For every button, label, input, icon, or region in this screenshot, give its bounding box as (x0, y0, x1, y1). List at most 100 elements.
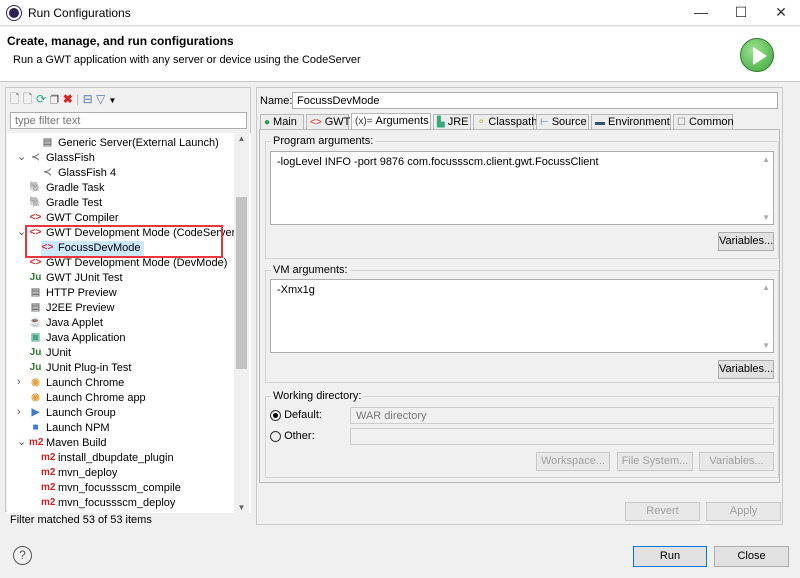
tab-environment[interactable]: ▬ Environment (591, 114, 671, 130)
scrollbar-thumb[interactable] (236, 197, 247, 369)
header-subtitle: Run a GWT application with any server or… (13, 54, 361, 66)
tab-source[interactable]: ⊢ Source (536, 114, 589, 130)
gwt-icon: <> (29, 257, 42, 269)
default-radio[interactable]: Default: (270, 409, 322, 421)
tree-item[interactable]: m2 Maven Build (29, 436, 107, 451)
revert-button[interactable]: Revert (625, 502, 700, 521)
tree-scrollbar[interactable]: ▲ ▼ (234, 133, 249, 513)
tree-item[interactable]: ▶ Launch Group (29, 406, 116, 421)
tree-item[interactable]: Ju JUnit Plug-in Test (29, 361, 132, 376)
tree-item-label: GWT JUnit Test (46, 272, 123, 284)
tree-item[interactable]: m2 mvn_deploy (41, 466, 117, 481)
junit-icon: Ju (29, 347, 42, 359)
tree-item[interactable]: Ju GWT JUnit Test (29, 271, 123, 286)
toolbar: 🗋 🗋 ⟳ ❐ ✖ | ⊟ ▽ ▼ (10, 92, 117, 106)
tab-label: Arguments (375, 115, 429, 127)
chevron-right-icon[interactable]: › (17, 377, 21, 388)
header-title: Create, manage, and run configurations (7, 34, 234, 48)
tab-main[interactable]: ● Main (260, 114, 304, 130)
glassfish-icon: ≺ (43, 167, 52, 179)
tree-item-label: Maven Build (46, 437, 107, 449)
tree-item[interactable]: ▤ HTTP Preview (29, 286, 117, 301)
tree-item[interactable]: m2 install_dbupdate_plugin (41, 451, 174, 466)
maximize-button[interactable]: ☐ (726, 4, 756, 22)
window-title: Run Configurations (28, 6, 131, 20)
gwt-icon: <> (29, 212, 42, 224)
minimize-button[interactable]: — (686, 4, 716, 22)
tree-item[interactable]: ☕ Java Applet (29, 316, 103, 331)
collapse-all-icon[interactable]: ⊟ (83, 92, 93, 106)
tree-item[interactable]: m2 mvn_focussscm_compile (41, 481, 181, 496)
tree-item-label: Gradle Test (46, 197, 103, 209)
tab-label: Classpath (488, 116, 538, 128)
chevron-down-icon[interactable]: ⌄ (17, 437, 26, 448)
tree-item[interactable]: ▤ J2EE Preview (29, 301, 115, 316)
close-button[interactable]: Close (714, 546, 789, 567)
vm-arguments-label: VM arguments: (271, 264, 350, 276)
view-menu-chevron-icon[interactable]: ▼ (109, 96, 117, 105)
run-banner-icon (740, 38, 774, 72)
highlight-box (25, 225, 223, 258)
tree-item[interactable]: ■ Launch NPM (29, 421, 110, 436)
junit-icon: Ju (29, 362, 42, 374)
tree-item[interactable]: <> GWT Compiler (29, 211, 119, 226)
tab-arguments[interactable]: (x)= Arguments (351, 113, 431, 130)
export-icon[interactable]: ⟳ (36, 92, 46, 106)
tree-item[interactable]: ◉ Launch Chrome (29, 376, 124, 391)
tree-item[interactable]: ≺ GlassFish 4 (41, 166, 116, 181)
tree-item[interactable]: 🐘 Gradle Task (29, 181, 104, 196)
tab-label: JRE (447, 116, 469, 128)
server-icon: ▤ (30, 287, 41, 299)
filter-icon[interactable]: ▽ (96, 92, 105, 106)
source-icon: ⊢ (540, 117, 549, 128)
tree-item[interactable]: 🐘 Gradle Test (29, 196, 102, 211)
tree-item[interactable]: ▣ Java Application (29, 331, 126, 346)
tree-item[interactable]: ◉ Launch Chrome app (29, 391, 146, 406)
tree-item[interactable]: ≺ GlassFish (29, 151, 95, 166)
tab-gwt[interactable]: <> GWT (306, 114, 350, 130)
chrome-icon: ◉ (31, 377, 40, 389)
new-prototype-icon[interactable]: 🗋 (23, 92, 33, 106)
chevron-right-icon[interactable]: › (17, 407, 21, 418)
tree-item[interactable]: ▤ Generic Server(External Launch) (41, 136, 219, 151)
duplicate-icon[interactable]: ❐ (49, 92, 59, 106)
vm-variables-button[interactable]: Variables... (718, 360, 774, 379)
launch-group-icon: ▶ (31, 407, 40, 419)
program-arguments-textarea[interactable]: -logLevel INFO -port 9876 com.focussscm.… (270, 151, 774, 225)
tree-item-label: Generic Server(External Launch) (58, 137, 219, 149)
run-button[interactable]: Run (633, 546, 707, 567)
vm-arguments-textarea[interactable]: -Xmx1g ▲ ▼ (270, 279, 774, 353)
tab-common[interactable]: ☐ Common (673, 114, 734, 130)
close-window-button[interactable]: ✕ (766, 4, 796, 22)
chevron-down-icon[interactable]: ⌄ (17, 152, 26, 163)
other-directory-field[interactable] (350, 428, 774, 445)
new-config-icon[interactable]: 🗋 (10, 92, 20, 106)
tree-item-label: install_dbupdate_plugin (58, 452, 174, 464)
tree-item[interactable]: m2 mvn_focussscm_deploy (41, 496, 175, 511)
tree-item-label: JUnit Plug-in Test (46, 362, 132, 374)
java-app-icon: ▣ (30, 332, 41, 344)
tab-jre[interactable]: ▙ JRE (433, 114, 471, 130)
tree-item-label: Launch NPM (46, 422, 110, 434)
workspace-button[interactable]: Workspace... (536, 452, 610, 471)
filter-input[interactable] (10, 112, 247, 129)
delete-icon[interactable]: ✖ (63, 92, 73, 106)
other-radio[interactable]: Other: (270, 430, 315, 442)
tree-item[interactable]: Ju JUnit (29, 346, 71, 361)
apply-button[interactable]: Apply (706, 502, 781, 521)
workdir-variables-button[interactable]: Variables... (699, 452, 774, 471)
name-input[interactable] (292, 92, 778, 109)
file-system-button[interactable]: File System... (617, 452, 693, 471)
help-button[interactable]: ? (13, 546, 32, 565)
jre-icon: ▙ (437, 117, 445, 128)
vm-arguments-value: -Xmx1g (277, 284, 315, 296)
arguments-icon: (x)= (355, 116, 373, 127)
program-variables-button[interactable]: Variables... (718, 232, 774, 251)
tree-item-label: GlassFish 4 (58, 167, 117, 179)
tree-item[interactable]: <> GWT Development Mode (DevMode) (29, 256, 228, 271)
m2-icon: m2 (41, 482, 56, 494)
server-icon: ▤ (30, 302, 41, 314)
tab-classpath[interactable]: ⚬ Classpath (473, 114, 538, 130)
gradle-icon: 🐘 (29, 197, 42, 209)
environment-icon: ▬ (595, 117, 605, 128)
